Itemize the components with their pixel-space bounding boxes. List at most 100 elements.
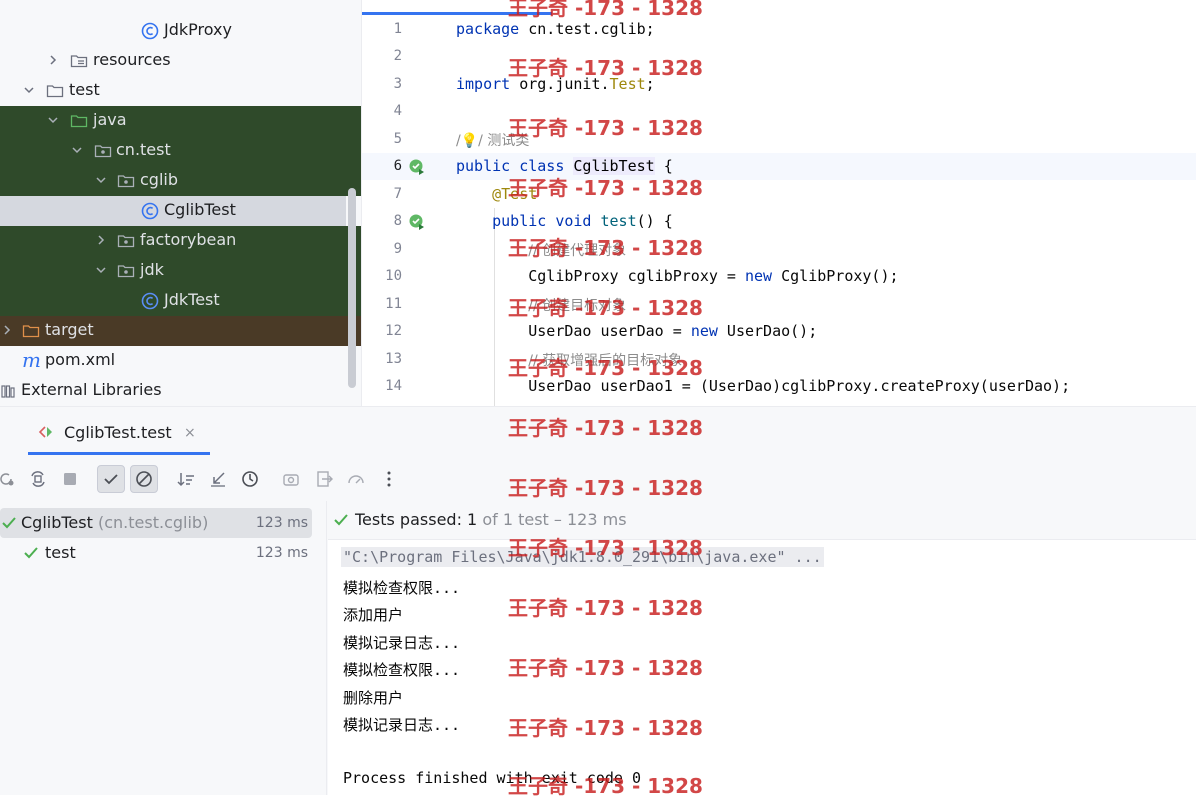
code-line[interactable]: 4 <box>362 98 1196 125</box>
close-icon[interactable]: × <box>184 425 196 441</box>
code-line[interactable]: 10 CglibProxy cglibProxy = new CglibProx… <box>362 263 1196 290</box>
tree-item-cn-test[interactable]: cn.test <box>0 136 361 166</box>
code-line[interactable]: 8 public void test() { <box>362 208 1196 235</box>
rerun-failed-button[interactable] <box>24 465 52 493</box>
console-line: 模拟记录日志... <box>343 716 461 734</box>
test-status-bar: Tests passed: 1 of 1 test – 123 ms <box>328 501 1196 540</box>
line-number: 8 <box>393 213 402 229</box>
tree-item-jdkproxy[interactable]: JdkProxy <box>0 16 361 46</box>
tree-item-java[interactable]: java <box>0 106 361 136</box>
test-status-text: Tests passed: 1 of 1 test – 123 ms <box>355 510 627 529</box>
sort-button[interactable] <box>172 465 200 493</box>
chevron-down-icon[interactable] <box>94 173 108 187</box>
console-line: 模拟检查权限... <box>343 661 461 679</box>
code-line[interactable]: 3 import org.junit.Test; <box>362 71 1196 98</box>
show-passed-toggle[interactable] <box>97 465 125 493</box>
line-number: 12 <box>385 323 402 339</box>
code-line[interactable]: 14 UserDao userDao1 = (UserDao)cglibProx… <box>362 373 1196 400</box>
tree-item-target[interactable]: target <box>0 316 361 346</box>
package-icon <box>117 265 135 278</box>
test-results-tree: CglibTest (cn.test.cglib) 123 ms test 12… <box>0 501 327 795</box>
tree-item-label: cn.test <box>116 140 171 159</box>
maven-icon: m <box>22 348 41 372</box>
tab-active-indicator <box>28 452 210 455</box>
chevron-down-icon[interactable] <box>70 143 84 157</box>
chevron-right-icon[interactable] <box>46 53 60 67</box>
code-line[interactable]: 11 // 创建目标对象 <box>362 291 1196 318</box>
more-options-button[interactable] <box>375 465 403 493</box>
tree-item-resources[interactable]: resources <box>0 46 361 76</box>
tree-item-label: java <box>93 110 127 129</box>
resources-folder-icon <box>70 55 88 68</box>
console-command-line[interactable]: "C:\Program Files\Java\jdk1.8.0_291\bin\… <box>341 547 824 567</box>
test-sources-folder-icon <box>70 115 88 128</box>
export-button[interactable] <box>310 465 338 493</box>
chevron-down-icon[interactable] <box>46 113 60 127</box>
java-class-icon <box>141 22 159 40</box>
code-line[interactable]: 13 // 获取增强后的目标对象 <box>362 346 1196 373</box>
history-button[interactable] <box>236 465 264 493</box>
line-number: 6 <box>393 158 402 174</box>
test-case-row[interactable]: test 123 ms <box>0 538 312 568</box>
lightbulb-icon[interactable]: 💡 <box>461 133 478 149</box>
code-line[interactable]: 5 /💡/ 测试类 <box>362 126 1196 153</box>
tree-item-cglib[interactable]: cglib <box>0 166 361 196</box>
history-icon <box>242 471 258 487</box>
chevron-right-icon[interactable] <box>94 233 108 247</box>
console-line: 模拟记录日志... <box>343 634 461 652</box>
code-editor[interactable]: 1 package cn.test.cglib; 2 3 import org.… <box>362 0 1196 406</box>
stop-button[interactable] <box>56 465 84 493</box>
chevron-down-icon[interactable] <box>22 83 36 97</box>
rerun-failed-icon <box>31 471 45 487</box>
passed-check-icon <box>334 514 348 526</box>
editor-tab-indicator <box>362 12 552 15</box>
tree-item-test[interactable]: test <box>0 76 361 106</box>
tree-item-cglibtest[interactable]: CglibTest <box>0 196 346 226</box>
screenshot-button[interactable] <box>277 465 305 493</box>
tree-item-label: factorybean <box>140 230 237 249</box>
tree-item-label: test <box>69 80 100 99</box>
line-number: 9 <box>393 241 402 257</box>
line-number: 5 <box>393 131 402 147</box>
run-test-icon[interactable] <box>408 158 426 176</box>
run-tab[interactable]: CglibTest.test × <box>0 407 220 455</box>
run-test-icon[interactable] <box>408 213 426 231</box>
chevron-right-icon[interactable] <box>0 323 14 337</box>
code-line[interactable]: 1 package cn.test.cglib; <box>362 16 1196 43</box>
tree-item-label: JdkTest <box>164 290 220 309</box>
console-output[interactable]: Tests passed: 1 of 1 test – 123 ms "C:\P… <box>328 501 1196 795</box>
run-toolbar <box>0 459 420 499</box>
import-icon <box>211 472 225 487</box>
excluded-folder-icon <box>22 325 40 338</box>
console-line: 删除用户 <box>343 689 404 707</box>
tree-item-external-libraries[interactable]: External Libraries <box>0 376 361 406</box>
line-number: 11 <box>385 296 402 312</box>
package-icon <box>117 235 135 248</box>
code-line[interactable]: 9 // 创建代理对象 <box>362 236 1196 263</box>
run-tool-window: CglibTest.test × CglibTest (cn.test.cgli… <box>0 406 1196 795</box>
show-ignored-toggle[interactable] <box>130 465 158 493</box>
checkmark-icon <box>104 474 118 485</box>
code-line-current[interactable]: 6 public class CglibTest { <box>362 153 1196 180</box>
tree-item-factorybean[interactable]: factorybean <box>0 226 361 256</box>
code-line[interactable]: 2 <box>362 43 1196 70</box>
tree-scrollbar[interactable] <box>348 188 356 388</box>
passed-check-icon <box>24 547 38 559</box>
tree-item-pom[interactable]: m pom.xml <box>0 346 361 376</box>
chevron-down-icon[interactable] <box>94 263 108 277</box>
package-icon <box>94 145 112 158</box>
rerun-icon <box>0 473 14 486</box>
coverage-button[interactable] <box>342 465 370 493</box>
line-number: 14 <box>385 378 402 394</box>
project-tree-panel: JdkProxy resources test java cn.test cgl… <box>0 0 362 406</box>
tree-item-label: pom.xml <box>45 350 116 369</box>
rerun-button[interactable] <box>0 465 20 493</box>
console-line: Process finished with exit code 0 <box>343 769 642 787</box>
test-suite-row[interactable]: CglibTest (cn.test.cglib) 123 ms <box>0 508 312 538</box>
tree-item-jdktest[interactable]: JdkTest <box>0 286 361 316</box>
libraries-icon <box>1 385 15 398</box>
import-tests-button[interactable] <box>204 465 232 493</box>
code-line[interactable]: 12 UserDao userDao = new UserDao(); <box>362 318 1196 345</box>
tree-item-jdk[interactable]: jdk <box>0 256 361 286</box>
code-line[interactable]: 7 @Test <box>362 181 1196 208</box>
